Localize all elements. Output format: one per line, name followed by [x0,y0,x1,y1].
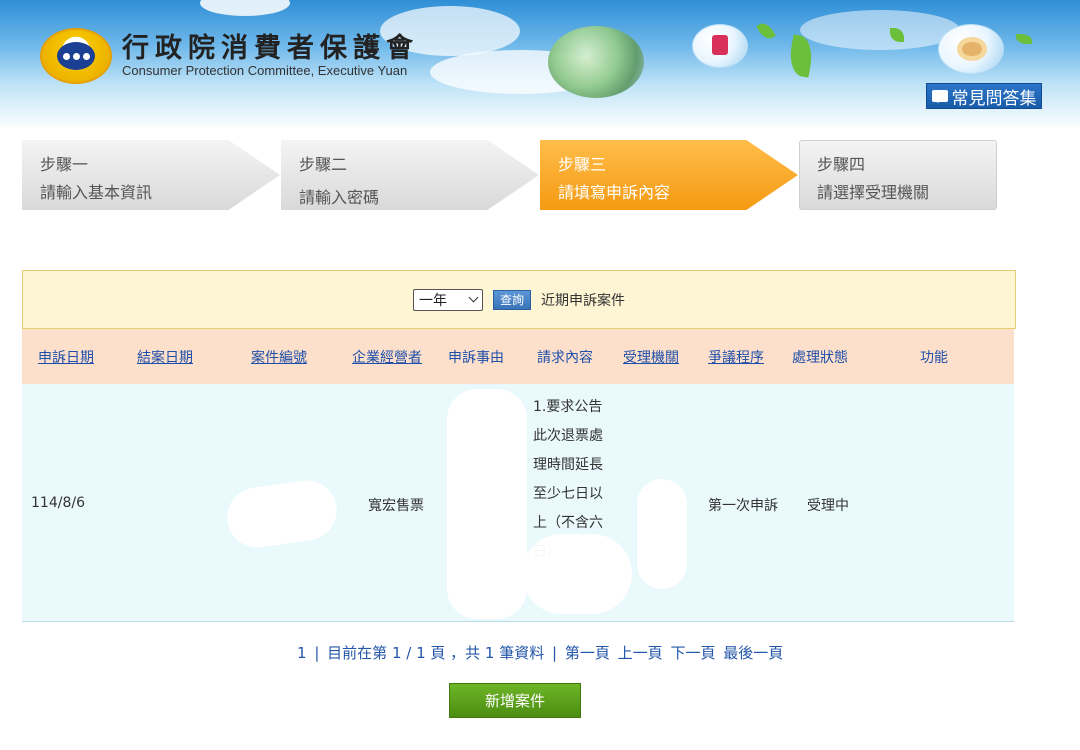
col-agency[interactable]: 受理機關 [623,347,679,367]
pager-separator: | [314,644,320,662]
step-1: 步驟一 請輸入基本資訊 [22,140,280,210]
pagination: 1 | 目前在第 1 / 1 頁 ，共 1 筆資料 | 第一頁 上一頁 下一頁 … [297,642,786,663]
col-dispute-process[interactable]: 爭議程序 [708,347,764,367]
chevron-down-icon [468,292,479,303]
step-description: 請填寫申訴內容 [558,183,671,202]
org-name-cn: 行政院消費者保護會 [122,33,419,64]
cloud-decoration [200,0,290,16]
page-number-link[interactable]: 1 [297,644,307,662]
cell-status: 受理中 [807,498,849,514]
table-header: 申訴日期 結案日期 案件編號 企業經營者 申訴事由 請求內容 受理機關 爭議程序… [22,329,1014,384]
recent-cases-label: 近期申訴案件 [541,292,625,309]
faq-label: 常見問答集 [951,88,1037,109]
leaf-decoration [786,34,816,78]
leaf-decoration [756,20,776,42]
pager-separator: | [552,644,558,662]
col-business[interactable]: 企業經營者 [352,347,422,367]
first-page-link[interactable]: 第一頁 [565,644,610,662]
request-line: 1.要求公告 [533,399,603,415]
chat-icon [931,90,948,103]
cell-dispute-process: 第一次申訴 [708,498,778,514]
step-description: 請輸入基本資訊 [40,183,153,202]
step-title: 步驟一 [40,155,89,174]
col-status: 處理狀態 [792,350,848,366]
step-4: 步驟四 請選擇受理機關 [799,140,997,210]
step-title: 步驟二 [299,155,348,174]
redaction-mark [637,479,687,589]
org-name-en: Consumer Protection Committee, Executive… [122,63,408,78]
step-description: 請選擇受理機關 [817,183,930,202]
food-bubble-icon [938,24,1004,74]
last-page-link[interactable]: 最後一頁 [723,644,783,662]
cell-filing-date: 114/8/6 [31,495,85,511]
redaction-mark [223,476,341,552]
request-line: 至少七日以 [533,486,603,502]
col-request: 請求內容 [537,350,593,366]
add-case-button[interactable]: 新增案件 [449,683,581,718]
prev-page-link[interactable]: 上一頁 [618,644,663,662]
redaction-mark [447,389,527,619]
site-logo[interactable]: 行政院消費者保護會 Consumer Protection Committee,… [40,28,419,84]
period-select-value: 一年 [418,292,447,309]
header-banner: 行政院消費者保護會 Consumer Protection Committee,… [0,0,1080,130]
step-3: 步驟三 請填寫申訴內容 [540,140,798,210]
step-title: 步驟四 [817,155,866,174]
request-line: 此次退票處 [533,428,603,444]
faq-button[interactable]: 常見問答集 [926,83,1042,109]
col-reason: 申訴事由 [448,350,504,366]
table-row: 114/8/6 寬宏售票 1.要求公告 此次退票處 理時間延長 至少七日以 上（… [22,384,1014,622]
step-2: 步驟二 請輸入密碼 [281,140,539,210]
col-function: 功能 [920,350,948,366]
step-description: 請輸入密碼 [299,188,380,207]
col-close-date[interactable]: 結案日期 [137,347,193,367]
step-title: 步驟三 [558,155,607,174]
emblem-icon [40,28,112,84]
cell-business: 寬宏售票 [368,498,424,514]
period-select[interactable]: 一年 [412,288,483,311]
col-filing-date[interactable]: 申訴日期 [38,347,94,367]
globe-illustration [548,26,644,98]
cloud-decoration [800,10,960,50]
request-line: 理時間延長 [533,457,603,473]
query-bar: 一年 查詢 近期申訴案件 [22,270,1016,329]
pager-info: 目前在第 1 / 1 頁 ，共 1 筆資料 [327,644,545,662]
shopping-bubble-icon [692,24,748,68]
next-page-link[interactable]: 下一頁 [670,644,715,662]
search-button[interactable]: 查詢 [492,289,531,310]
redaction-mark [522,534,632,614]
leaf-decoration [1016,34,1032,44]
col-case-number[interactable]: 案件編號 [251,347,307,367]
